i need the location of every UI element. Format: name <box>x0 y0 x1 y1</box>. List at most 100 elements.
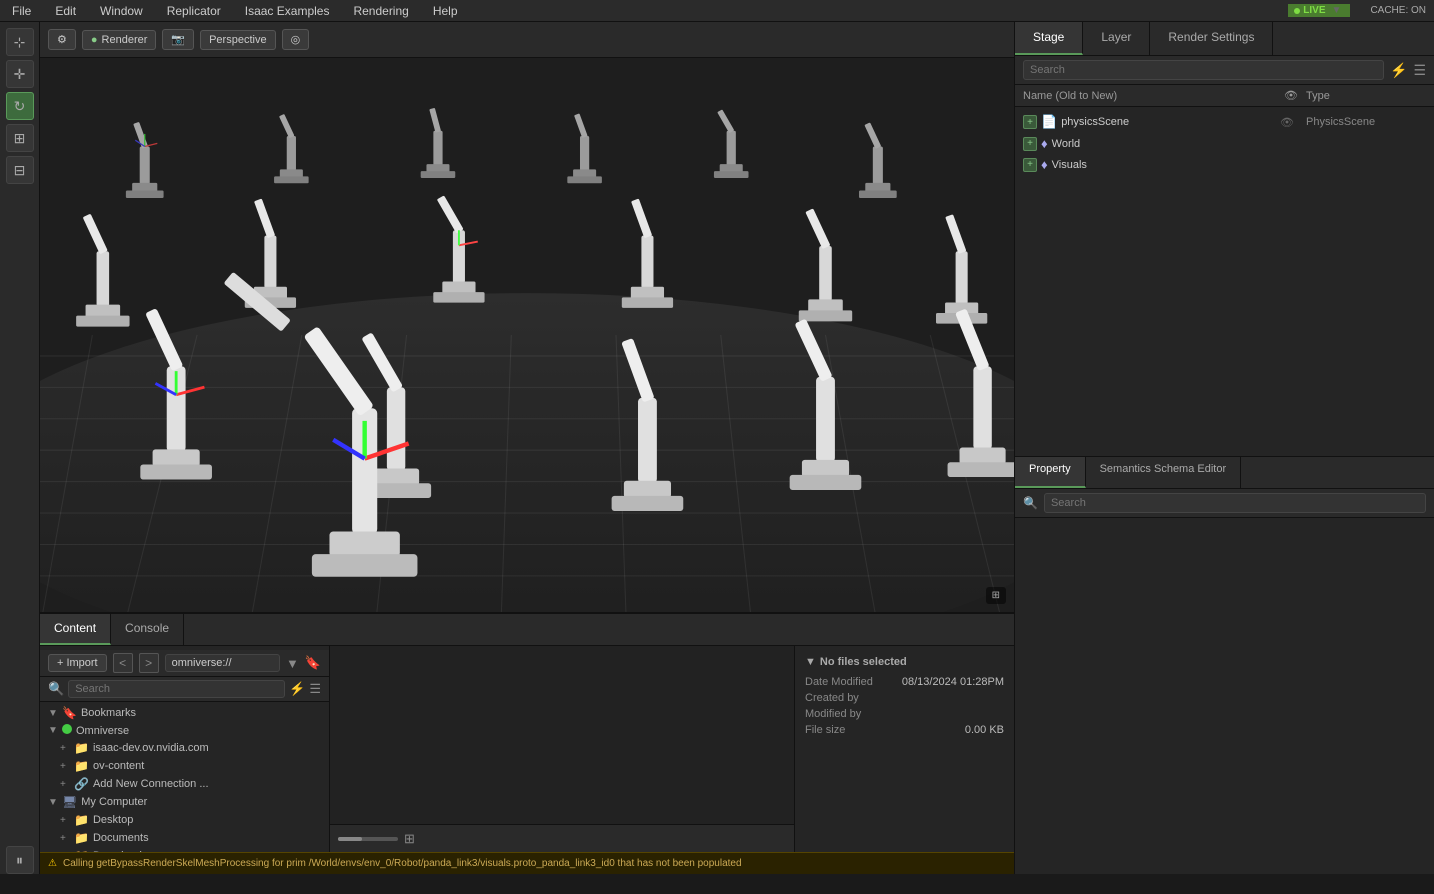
file-modified-by-row: Modified by <box>805 708 1004 720</box>
tab-content[interactable]: Content <box>40 614 111 645</box>
stage-type-column: Type <box>1306 90 1426 102</box>
stage-vis-column: 👁 <box>1276 89 1306 102</box>
audio-icon: ◎ <box>291 33 301 46</box>
tab-semantics[interactable]: Semantics Schema Editor <box>1086 457 1242 488</box>
visuals-icon: ♦ <box>1041 157 1048 172</box>
tree-isaac-dev[interactable]: + 📁 isaac-dev.ov.nvidia.com <box>40 739 329 757</box>
ov-content-folder-icon: 📁 <box>74 759 89 773</box>
bookmark-icon[interactable]: 🔖 <box>305 655 321 671</box>
bottom-content: + Import < > omniverse:// ▼ 🔖 🔍 <box>40 646 1014 852</box>
menu-edit[interactable]: Edit <box>51 2 80 20</box>
viewport-corner-button[interactable]: ⊞ <box>986 587 1006 604</box>
search-icon: 🔍 <box>48 681 64 697</box>
file-tree: + Import < > omniverse:// ▼ 🔖 🔍 <box>40 646 330 852</box>
tree-my-computer[interactable]: ▼ 🖥 My Computer <box>40 793 329 811</box>
file-preview-area[interactable] <box>330 646 794 824</box>
menu-file[interactable]: File <box>8 2 35 20</box>
transform-tool-button[interactable]: ⊟ <box>6 156 34 184</box>
desktop-expand-icon: + <box>60 815 70 826</box>
cache-label: CACHE: ON <box>1370 5 1426 16</box>
tab-render-settings[interactable]: Render Settings <box>1150 22 1273 55</box>
menu-rendering[interactable]: Rendering <box>349 2 412 20</box>
filter-icon[interactable]: ▼ <box>286 656 299 671</box>
physics-icon: 📄 <box>1041 114 1057 130</box>
perspective-button[interactable]: Perspective <box>200 30 275 50</box>
viewport-toolbar: ⚙ ● Renderer 📷 Perspective ◎ <box>40 22 1014 58</box>
omniverse-dot-icon <box>62 724 72 737</box>
add-conn-expand-icon: + <box>60 779 70 790</box>
nav-back-button[interactable]: < <box>113 653 133 673</box>
menu-bar: File Edit Window Replicator Isaac Exampl… <box>0 0 1434 22</box>
file-size-row: File size 0.00 KB <box>805 724 1004 736</box>
add-conn-icon: 🔗 <box>74 777 89 791</box>
warning-message: Calling getBypassRenderSkelMeshProcessin… <box>63 858 742 869</box>
world-name: World <box>1052 138 1268 150</box>
camera-button[interactable]: 📷 <box>162 29 194 50</box>
tree-omniverse[interactable]: ▼ Omniverse <box>40 722 329 739</box>
visuals-name: Visuals <box>1052 159 1268 171</box>
isaac-folder-icon: 📁 <box>74 741 89 755</box>
renderer-icon: ● <box>91 34 98 46</box>
stage-item-world[interactable]: + ♦ World <box>1015 133 1434 154</box>
viewport[interactable]: ⊞ <box>40 58 1014 612</box>
tab-console[interactable]: Console <box>111 614 184 645</box>
visuals-expand-icon[interactable]: + <box>1023 158 1037 172</box>
stage-search-input[interactable] <box>1023 60 1384 80</box>
select-tool-button[interactable]: ⊹ <box>6 28 34 56</box>
pause-button[interactable]: ⏸ <box>6 846 34 874</box>
physics-expand-icon[interactable]: + <box>1023 115 1037 129</box>
file-info-title: ▼ No files selected <box>805 656 1004 668</box>
stage-search-bar: ⚡ ☰ <box>1015 56 1434 85</box>
zoom-slider[interactable] <box>338 837 398 841</box>
file-tree-toolbar: + Import < > omniverse:// ▼ 🔖 <box>40 650 329 677</box>
menu-help[interactable]: Help <box>429 2 462 20</box>
tab-layer[interactable]: Layer <box>1083 22 1150 55</box>
stage-menu-icon[interactable]: ☰ <box>1413 62 1426 79</box>
camera-icon: 📷 <box>171 33 185 46</box>
prop-content <box>1015 518 1434 875</box>
desktop-folder-icon: 📁 <box>74 813 89 827</box>
stage-filter-icon[interactable]: ⚡ <box>1390 62 1407 79</box>
nav-forward-button[interactable]: > <box>139 653 159 673</box>
right-panel: Stage Layer Render Settings ⚡ ☰ Name (Ol… <box>1014 22 1434 874</box>
center-area: ⚙ ● Renderer 📷 Perspective ◎ <box>40 22 1014 874</box>
prop-search-input[interactable] <box>1044 493 1426 513</box>
file-list-icon[interactable]: ☰ <box>309 681 321 697</box>
rotate-tool-button[interactable]: ↻ <box>6 92 34 120</box>
tree-ov-content[interactable]: + 📁 ov-content <box>40 757 329 775</box>
stage-item-visuals[interactable]: + ♦ Visuals <box>1015 154 1434 175</box>
tab-stage[interactable]: Stage <box>1015 22 1083 55</box>
menu-window[interactable]: Window <box>96 2 147 20</box>
import-button[interactable]: + Import <box>48 654 107 672</box>
prop-tabs: Property Semantics Schema Editor <box>1015 457 1434 489</box>
audio-button[interactable]: ◎ <box>282 29 310 50</box>
tree-bookmarks[interactable]: ▼ 🔖 Bookmarks <box>40 704 329 722</box>
computer-icon: 🖥 <box>62 795 77 809</box>
live-label: LIVE <box>1303 5 1325 16</box>
bookmarks-folder-icon: 🔖 <box>62 706 77 720</box>
omniverse-expand-icon: ▼ <box>48 725 58 736</box>
menu-replicator[interactable]: Replicator <box>163 2 225 20</box>
documents-folder-icon: 📁 <box>74 831 89 845</box>
ov-content-expand-icon: + <box>60 761 70 772</box>
tab-property[interactable]: Property <box>1015 457 1086 488</box>
tree-section-root: ▼ 🔖 Bookmarks ▼ Omniverse + <box>40 702 329 852</box>
renderer-button[interactable]: ● Renderer <box>82 30 157 50</box>
world-expand-icon[interactable]: + <box>1023 137 1037 151</box>
tree-add-connection[interactable]: + 🔗 Add New Connection ... <box>40 775 329 793</box>
file-filter-icon[interactable]: ⚡ <box>289 681 305 697</box>
scale-tool-button[interactable]: ⊞ <box>6 124 34 152</box>
settings-button[interactable]: ⚙ <box>48 29 76 50</box>
tree-documents[interactable]: + 📁 Documents <box>40 829 329 847</box>
stage-item-physics-scene[interactable]: + 📄 physicsScene 👁 PhysicsScene <box>1015 111 1434 133</box>
tree-desktop[interactable]: + 📁 Desktop <box>40 811 329 829</box>
grid-mode-button[interactable]: ⊞ <box>404 831 415 847</box>
file-search-input[interactable] <box>68 680 285 698</box>
move-tool-button[interactable]: ✛ <box>6 60 34 88</box>
prop-search-bar: 🔍 <box>1015 489 1434 518</box>
main-layout: ⊹ ✛ ↻ ⊞ ⊟ ⏸ ⚙ ● Renderer 📷 Perspective ◎ <box>0 22 1434 874</box>
menu-isaac-examples[interactable]: Isaac Examples <box>241 2 334 20</box>
viewport-scene <box>40 58 1014 612</box>
path-bar[interactable]: omniverse:// <box>165 654 280 672</box>
live-dot <box>1294 8 1300 14</box>
